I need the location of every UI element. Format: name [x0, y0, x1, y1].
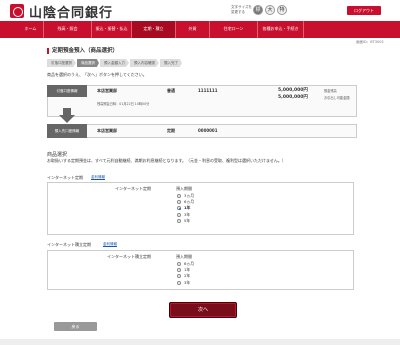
nav-transfer[interactable]: 振込・振替・払込 — [92, 21, 132, 38]
internet-teiki-rate-link[interactable]: 金利情報 — [91, 175, 105, 180]
internet-tsumitate-title: インターネット積立定期 — [47, 242, 91, 247]
debit-account-tag: 引落口座情報 — [47, 85, 87, 97]
radio-icon[interactable] — [177, 262, 181, 267]
debit-number: 1111111 — [198, 88, 218, 93]
teiki-option-5y-label: 5年 — [184, 217, 191, 223]
deposit-account-tag: 預入先口座情報 — [47, 124, 87, 138]
debit-balance-label: 預金残高 — [324, 89, 337, 93]
font-size-xlarge-button[interactable]: 特 — [277, 5, 287, 15]
font-size-label: 文字サイズを変更する — [231, 5, 252, 14]
flow-arrow-down-icon — [59, 115, 75, 123]
font-size-normal-button[interactable]: 標 — [253, 5, 263, 15]
step-2: 商品選択 — [77, 59, 99, 67]
nav-home-label: ホーム — [24, 26, 37, 32]
logout-button[interactable]: ログアウト — [347, 6, 381, 15]
teiki-option-5y[interactable]: 5年 — [177, 218, 194, 224]
debit-branch: 本店営業部 — [97, 88, 117, 93]
radio-icon[interactable] — [177, 268, 181, 273]
nav-balance[interactable]: 残高・照会 — [44, 21, 92, 38]
radio-icon[interactable] — [177, 218, 181, 223]
tsumitate-option-2y-label: 2年 — [184, 273, 191, 279]
debit-type: 普通 — [167, 88, 175, 93]
internet-tsumitate-box — [47, 250, 354, 290]
nav-balance-label: 残高・照会 — [57, 26, 78, 32]
internet-tsumitate-row-label: インターネット積立定期 — [107, 254, 151, 259]
teiki-option-6m-label: 6ヵ月 — [184, 199, 195, 205]
deposit-branch: 本店営業部 — [97, 128, 117, 133]
nav-time-deposit-label: 定期・積立 — [143, 26, 164, 32]
teiki-option-3m-label: 3ヵ月 — [184, 193, 195, 199]
internet-tsumitate-period-label: 預入期間 — [176, 254, 192, 259]
radio-icon[interactable] — [177, 274, 181, 279]
tsumitate-option-6m-label: 6ヵ月 — [184, 261, 195, 267]
product-section-note: お取扱いする定期預金は、すべて元利自動継続、満期お利息継続となります。（元金・利… — [47, 158, 286, 163]
nav-time-deposit[interactable]: 定期・積立 — [132, 21, 176, 38]
step-1: 引落口座選択 — [47, 59, 76, 67]
radio-icon[interactable] — [177, 200, 181, 205]
teiki-option-3y-label: 3年 — [184, 211, 191, 217]
bank-logo-icon — [10, 4, 24, 18]
nav-applications[interactable]: 各種お申込・手続き — [258, 21, 304, 38]
balance-inquiry-datetime: 残高照会日時：01月22日 10時00分 — [97, 102, 150, 106]
font-size-large-button[interactable]: 大 — [265, 5, 275, 15]
product-section-title: 商品選択 — [47, 152, 68, 158]
radio-icon[interactable] — [177, 280, 181, 285]
screen-id: 画面ID：BT3002 — [356, 40, 384, 44]
debit-available: 5,000,000円 — [278, 95, 308, 100]
nav-foreign-label: 外貨 — [188, 26, 197, 32]
instruction-text: 商品を選択のうえ、「次へ」ボタンを押してください。 — [47, 72, 147, 77]
internet-tsumitate-rate-link[interactable]: 金利情報 — [103, 242, 117, 247]
debit-available-label: お引出し可能金額 — [324, 96, 350, 100]
radio-icon[interactable] — [177, 194, 181, 199]
nav-housing-loan-label: 住宅ローン — [223, 26, 244, 32]
nav-applications-label: 各種お申込・手続き — [262, 26, 299, 32]
nav-housing-loan[interactable]: 住宅ローン — [210, 21, 258, 38]
internet-teiki-row-label: インターネット定期 — [115, 186, 151, 191]
page-title: 定期預金預入（商品選択） — [47, 48, 118, 54]
main-nav: ホーム 残高・照会 振込・振替・払込 定期・積立 外貨 住宅ローン 各種お申込・… — [0, 21, 400, 38]
step-5: 預入完了 — [160, 59, 182, 67]
debit-balance: 5,000,000円 — [278, 88, 308, 93]
next-button[interactable]: 次へ — [169, 302, 237, 318]
internet-teiki-title: インターネット定期 — [47, 175, 83, 180]
nav-home[interactable]: ホーム — [0, 21, 44, 38]
step-4: 預入内容確認 — [130, 59, 159, 67]
step-indicator: 引落口座選択 商品選択 預入金額入力 預入内容確認 預入完了 — [47, 59, 183, 67]
internet-teiki-radio-group: 3ヵ月 6ヵ月 1年 3年 5年 — [177, 193, 194, 224]
nav-transfer-label: 振込・振替・払込 — [95, 26, 128, 32]
tsumitate-option-1y-label: 1年 — [184, 267, 191, 273]
tsumitate-option-3y-label: 3年 — [184, 279, 191, 285]
radio-icon[interactable] — [177, 212, 181, 217]
deposit-type: 定期 — [167, 128, 175, 133]
internet-teiki-period-label: 預入期間 — [176, 186, 192, 191]
radio-selected-icon[interactable] — [177, 206, 181, 211]
nav-foreign[interactable]: 外貨 — [176, 21, 210, 38]
step-3: 預入金額入力 — [100, 59, 129, 67]
bank-name: 山陰合同銀行 — [29, 6, 114, 21]
tsumitate-option-3y[interactable]: 3年 — [177, 280, 194, 286]
deposit-number: 0000001 — [198, 128, 218, 133]
teiki-option-1y-label: 1年 — [184, 205, 191, 211]
back-button[interactable]: 戻る — [54, 322, 97, 331]
internet-tsumitate-radio-group: 6ヵ月 1年 2年 3年 — [177, 261, 194, 286]
footer-bar — [0, 339, 400, 345]
internet-teiki-box — [47, 182, 354, 235]
